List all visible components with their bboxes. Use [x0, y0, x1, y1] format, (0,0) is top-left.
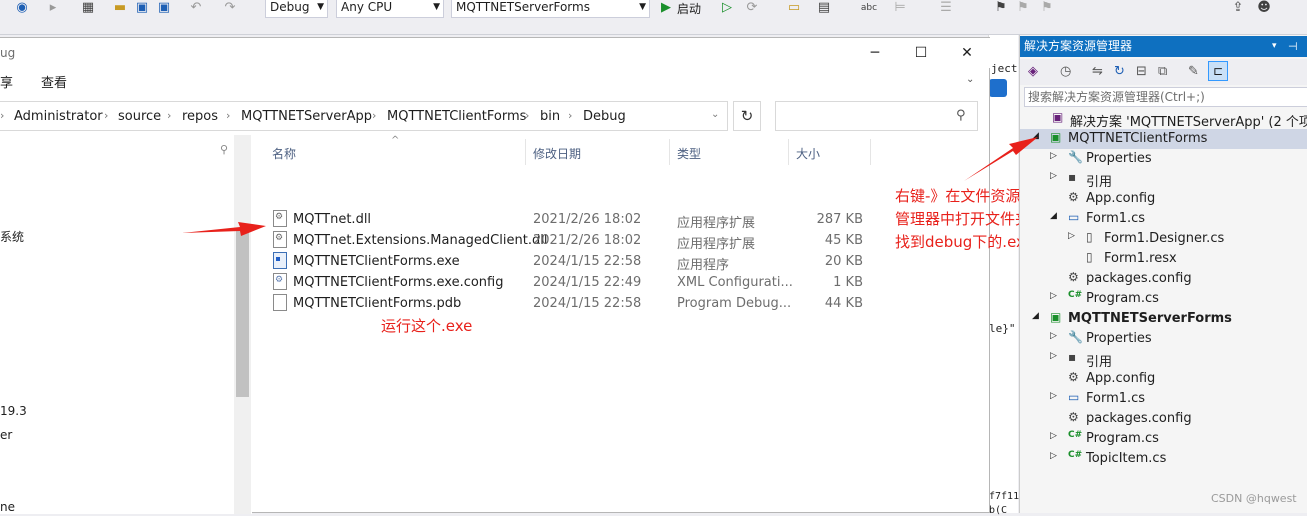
arrow-to-exe — [182, 222, 266, 236]
annotation-arrows — [182, 137, 1038, 236]
arrow-to-project — [964, 137, 1038, 181]
